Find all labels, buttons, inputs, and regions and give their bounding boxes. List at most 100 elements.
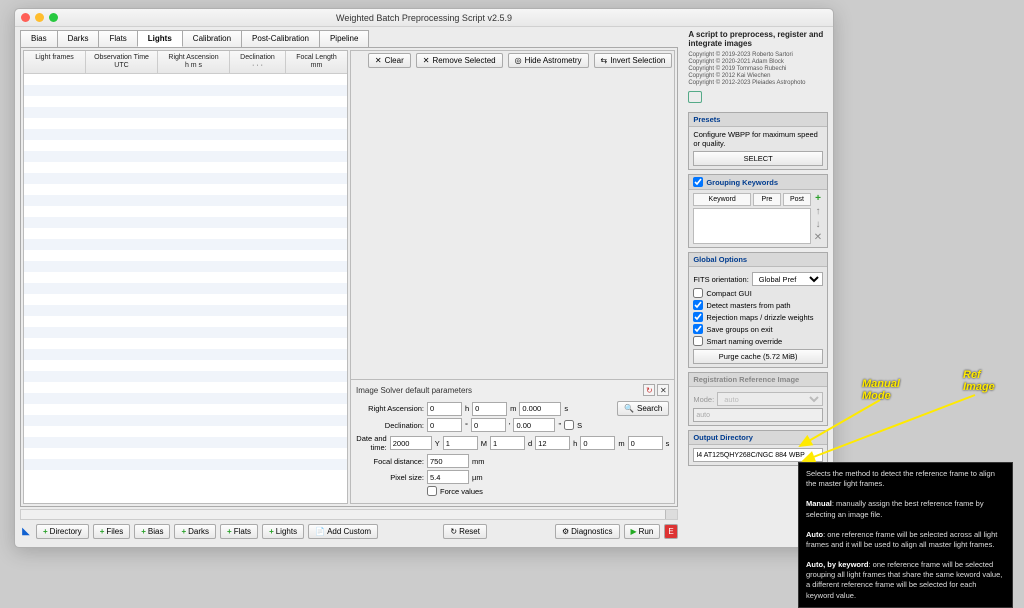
titlebar: Weighted Batch Preprocessing Script v2.5…	[15, 9, 833, 27]
presets-header: Presets	[689, 113, 827, 127]
tab-lights[interactable]: Lights	[137, 30, 183, 47]
kw-col-pre[interactable]: Pre	[753, 193, 781, 206]
dt-m2-input[interactable]	[580, 436, 615, 450]
output-directory-input[interactable]	[693, 448, 823, 462]
kw-col-keyword[interactable]: Keyword	[693, 193, 751, 206]
kw-up-icon[interactable]: ↑	[813, 206, 823, 216]
solver-refresh-icon[interactable]: ↻	[643, 384, 655, 396]
annotation-manual-mode: Manual Mode	[862, 378, 900, 402]
col-obstime[interactable]: Observation Time UTC	[86, 51, 158, 73]
search-icon: 🔍	[624, 404, 634, 413]
app-window: Weighted Batch Preprocessing Script v2.5…	[14, 8, 834, 548]
solver-title: Image Solver default parameters	[356, 386, 472, 395]
solver-close-icon[interactable]: ✕	[657, 384, 669, 396]
chat-icon[interactable]	[688, 91, 702, 103]
tab-flats[interactable]: Flats	[98, 30, 137, 47]
kw-remove-icon[interactable]: ✕	[813, 232, 823, 242]
dt-M-input[interactable]	[443, 436, 478, 450]
plus-icon: +	[227, 527, 232, 536]
minimize-icon[interactable]	[35, 13, 44, 22]
tab-bar: Bias Darks Flats Lights Calibration Post…	[20, 30, 678, 47]
add-directory-button[interactable]: +Directory	[36, 524, 89, 539]
dec-d-input[interactable]	[427, 418, 462, 432]
add-lights-button[interactable]: +Lights	[262, 524, 304, 539]
tab-calibration[interactable]: Calibration	[182, 30, 242, 47]
invert-icon: ⇆	[601, 56, 608, 65]
dt-y-input[interactable]	[390, 436, 432, 450]
table-row[interactable]	[24, 74, 347, 85]
copyright-text: Copyright © 2019-2023 Roberto Sartori Co…	[688, 52, 828, 86]
tab-pipeline[interactable]: Pipeline	[319, 30, 369, 47]
add-custom-button[interactable]: 📄Add Custom	[308, 524, 378, 539]
tab-bias[interactable]: Bias	[20, 30, 58, 47]
dt-h-input[interactable]	[535, 436, 570, 450]
rejection-maps-checkbox[interactable]	[693, 312, 703, 322]
ra-h-input[interactable]	[427, 402, 462, 416]
add-bias-button[interactable]: +Bias	[134, 524, 170, 539]
grouping-keywords-panel: Grouping Keywords Keyword Pre Post	[688, 174, 828, 248]
global-options-header: Global Options	[689, 253, 827, 267]
registration-reference-panel: Registration Reference Image Mode:auto	[688, 372, 828, 426]
horizontal-scrollbar[interactable]	[20, 509, 678, 520]
collapse-icon[interactable]: ◣	[20, 526, 32, 538]
col-lightframes[interactable]: Light frames	[24, 51, 86, 73]
dec-m-input[interactable]	[471, 418, 506, 432]
compact-gui-checkbox[interactable]	[693, 288, 703, 298]
add-darks-button[interactable]: +Darks	[174, 524, 216, 539]
presets-select-button[interactable]: SELECT	[693, 151, 823, 166]
script-description: A script to preprocess, register and int…	[688, 30, 828, 48]
ra-m-input[interactable]	[472, 402, 507, 416]
remove-selected-button[interactable]: ✕Remove Selected	[416, 53, 503, 68]
fl-input[interactable]	[427, 454, 469, 468]
keyword-list[interactable]	[693, 208, 811, 244]
dec-s-input[interactable]	[513, 418, 555, 432]
play-icon: ▶	[631, 527, 637, 536]
kw-add-icon[interactable]: +	[813, 193, 823, 203]
presets-text: Configure WBPP for maximum speed or qual…	[693, 130, 823, 148]
hide-astrometry-button[interactable]: ◎Hide Astrometry	[508, 53, 589, 68]
kw-down-icon[interactable]: ↓	[813, 219, 823, 229]
detect-masters-checkbox[interactable]	[693, 300, 703, 310]
dec-south-checkbox[interactable]	[564, 420, 574, 430]
col-fl[interactable]: Focal Length mm	[286, 51, 347, 73]
fits-orientation-select[interactable]: Global Pref	[752, 272, 823, 286]
clear-button[interactable]: ✕Clear	[368, 53, 411, 68]
kw-col-post[interactable]: Post	[783, 193, 811, 206]
x-icon: ✕	[375, 56, 382, 65]
zoom-icon[interactable]	[49, 13, 58, 22]
registration-reference-header: Registration Reference Image	[689, 373, 827, 387]
dt-s-input[interactable]	[628, 436, 663, 450]
col-ra[interactable]: Right Ascension h m s	[158, 51, 230, 73]
save-groups-checkbox[interactable]	[693, 324, 703, 334]
eye-icon: ◎	[515, 56, 522, 65]
col-dec[interactable]: Declination · · ·	[230, 51, 286, 73]
grouping-keywords-checkbox[interactable]	[693, 177, 703, 187]
diagnostics-button[interactable]: ⚙Diagnostics	[555, 524, 620, 539]
force-values-checkbox[interactable]	[427, 486, 437, 496]
reference-input[interactable]	[693, 408, 823, 422]
run-button[interactable]: ▶Run	[624, 524, 661, 539]
image-solver-panel: Image Solver default parameters ↻ ✕ Righ…	[351, 379, 674, 503]
detail-pane: ✕Clear ✕Remove Selected ◎Hide Astrometry…	[350, 50, 675, 504]
refresh-icon: ↻	[450, 527, 457, 536]
search-button[interactable]: 🔍Search	[617, 401, 669, 416]
output-directory-header: Output Directory	[689, 431, 827, 445]
ps-input[interactable]	[427, 470, 469, 484]
add-files-button[interactable]: +Files	[93, 524, 131, 539]
mode-select[interactable]: auto	[717, 392, 823, 406]
tab-darks[interactable]: Darks	[57, 30, 100, 47]
add-flats-button[interactable]: +Flats	[220, 524, 258, 539]
smart-naming-checkbox[interactable]	[693, 336, 703, 346]
global-options-panel: Global Options FITS orientation:Global P…	[688, 252, 828, 368]
frames-table-body[interactable]	[24, 74, 347, 503]
ra-s-input[interactable]	[519, 402, 561, 416]
dt-label: Date and time:	[356, 434, 387, 452]
tab-post-calibration[interactable]: Post-Calibration	[241, 30, 320, 47]
close-icon[interactable]	[21, 13, 30, 22]
dt-d-input[interactable]	[490, 436, 525, 450]
reset-button[interactable]: ↻Reset	[443, 524, 487, 539]
ps-label: Pixel size:	[356, 473, 424, 482]
invert-selection-button[interactable]: ⇆Invert Selection	[594, 53, 673, 68]
exit-button[interactable]: E	[664, 524, 678, 539]
purge-cache-button[interactable]: Purge cache (5.72 MiB)	[693, 349, 823, 364]
